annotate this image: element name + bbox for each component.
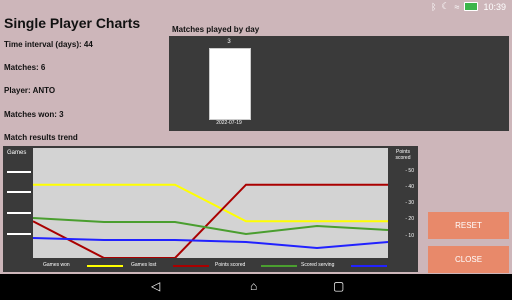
trend-chart: Games Points scored - 50 - 40 - 30 - 20 …: [3, 146, 418, 272]
trend-lines: [32, 183, 389, 259]
plot-area: [32, 148, 389, 259]
bar-chart-title: Matches played by day: [172, 25, 260, 34]
left-axis-label: Games: [7, 150, 27, 156]
home-icon[interactable]: ⌂: [250, 280, 257, 292]
wifi-icon: ≈: [454, 1, 460, 12]
bar-chart: 3 2022-07-19: [169, 36, 509, 131]
battery-icon: [464, 2, 479, 11]
legend-label-scored-serving: Scored serving: [301, 262, 335, 268]
bar-2022-07-19: [209, 48, 251, 120]
left-tick: [7, 191, 31, 193]
matches-won-text: Matches won: 3: [4, 110, 64, 119]
left-tick: [7, 212, 31, 214]
trend-chart-title: Match results trend: [4, 133, 78, 142]
legend-label-games-won: Games won: [43, 262, 70, 268]
right-axis-label: Points scored: [395, 149, 411, 161]
legend-label-games-lost: Games lost: [131, 262, 157, 268]
page-title: Single Player Charts: [4, 15, 141, 31]
left-tick: [7, 171, 31, 173]
right-tick-20: - 20: [405, 216, 414, 222]
reset-button[interactable]: RESET: [428, 212, 509, 239]
right-tick-30: - 30: [405, 200, 414, 206]
bar-value-label: 3: [227, 39, 231, 45]
player-text: Player: ANTO: [4, 86, 56, 95]
status-bar: ᛒ ☾ ≈ 10:39: [0, 0, 512, 14]
series-line-games-won: [33, 183, 388, 223]
right-tick-50: - 50: [405, 168, 414, 174]
legend-line-games-lost: [173, 265, 209, 267]
legend-line-points-scored: [261, 265, 297, 267]
right-tick-10: - 10: [405, 233, 414, 239]
legend-line-scored-serving: [351, 265, 387, 267]
recents-icon[interactable]: ▢: [333, 280, 344, 292]
left-tick: [7, 233, 31, 235]
close-button[interactable]: CLOSE: [428, 246, 509, 273]
right-tick-40: - 40: [405, 184, 414, 190]
navigation-bar: ◁ ⌂ ▢: [0, 274, 512, 300]
back-icon[interactable]: ◁: [151, 280, 160, 292]
status-time: 10:39: [483, 1, 506, 12]
matches-text: Matches: 6: [4, 63, 46, 72]
bar-date-label: 2022-07-19: [216, 120, 242, 126]
legend-label-points-scored: Points scored: [215, 262, 246, 268]
moon-icon: ☾: [441, 1, 450, 11]
legend-line-games-won: [87, 265, 123, 267]
time-interval-text: Time interval (days): 44: [4, 40, 93, 49]
series-line-scored-serving: [32, 237, 389, 250]
bluetooth-icon: ᛒ: [431, 1, 437, 12]
